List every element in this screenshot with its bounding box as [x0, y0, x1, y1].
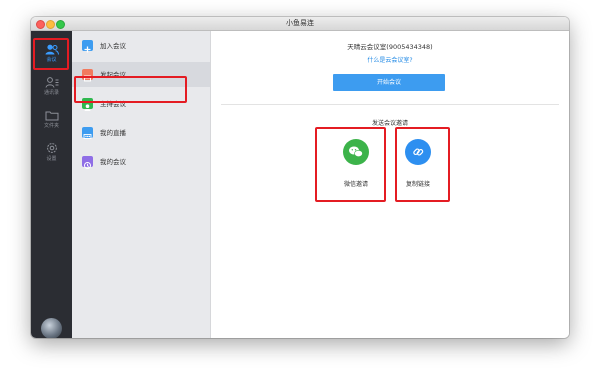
avatar[interactable] — [41, 318, 62, 338]
highlight-box-rail — [33, 38, 69, 70]
rail-item-files[interactable]: 文件夹 — [31, 110, 72, 129]
highlight-box-menu — [74, 76, 187, 103]
menu-item-my-live[interactable]: 我的直播 — [72, 120, 210, 145]
my-meeting-icon — [82, 156, 93, 169]
menu-item-my-meetings[interactable]: 我的会议 — [72, 149, 210, 174]
start-meeting-button[interactable]: 开始会议 — [333, 74, 445, 91]
title-bar: 小鱼易连 — [31, 17, 569, 31]
menu-item-join-meeting[interactable]: 加入会议 — [72, 33, 210, 58]
app-window: 小鱼易连 会议 通讯录 文件夹 设置 加入会议 发起会议 主持会议 我的直播 我… — [31, 17, 569, 338]
room-title: 天晴云会议室(9005434348) — [347, 43, 433, 51]
join-icon — [82, 40, 93, 53]
rail-item-settings[interactable]: 设置 — [31, 142, 72, 162]
what-is-cloud-room-link[interactable]: 什么是云会议室? — [211, 55, 569, 64]
highlight-box-copy-link — [395, 127, 450, 202]
menu-item-label: 加入会议 — [100, 42, 126, 50]
gear-icon — [46, 143, 57, 153]
live-icon — [82, 127, 93, 139]
nav-rail: 会议 通讯录 文件夹 设置 — [31, 31, 72, 338]
invite-title: 发送会议邀请 — [371, 120, 408, 127]
rail-label: 文件夹 — [43, 123, 59, 129]
window-title: 小鱼易连 — [286, 19, 314, 27]
menu-item-label: 我的会议 — [100, 158, 126, 166]
divider — [221, 104, 559, 105]
menu-item-label: 我的直播 — [100, 129, 126, 137]
contacts-icon — [45, 77, 58, 88]
folder-icon — [45, 111, 58, 121]
highlight-box-wechat — [315, 127, 386, 202]
rail-item-contacts[interactable]: 通讯录 — [31, 77, 72, 96]
rail-label: 通讯录 — [43, 90, 59, 96]
main-panel: 天晴云会议室(9005434348) 什么是云会议室? 开始会议 发送会议邀请 … — [211, 31, 569, 338]
rail-label: 设置 — [46, 156, 57, 162]
